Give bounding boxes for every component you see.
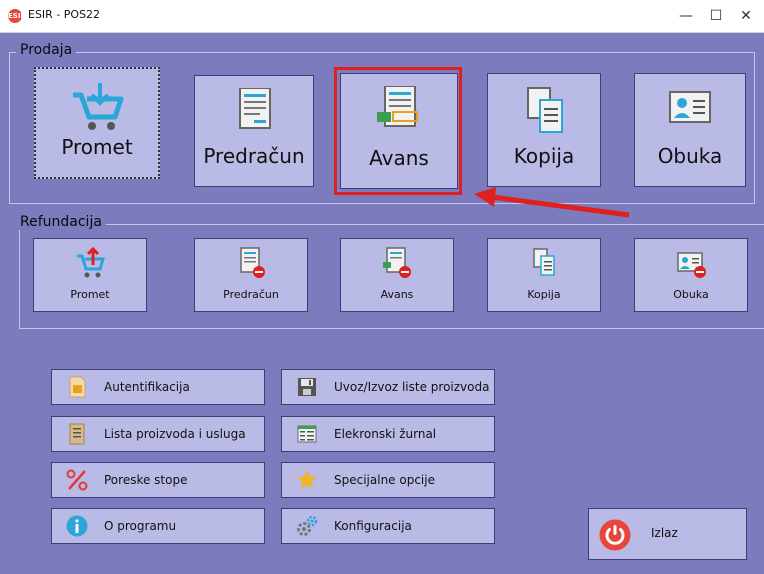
refundacija-promet-label: Promet: [70, 288, 110, 301]
refundacija-predracun-button[interactable]: Predračun: [194, 238, 308, 312]
refundacija-kopija-label: Kopija: [527, 288, 561, 301]
autentifikacija-button[interactable]: Autentifikacija: [51, 369, 265, 405]
refundacija-promet-button[interactable]: Promet: [33, 238, 147, 312]
power-icon: [599, 519, 631, 551]
lista-proizvoda-label: Lista proizvoda i usluga: [104, 427, 246, 441]
prodaja-predracun-label: Predračun: [203, 144, 305, 168]
izlaz-label: Izlaz: [651, 526, 678, 540]
uvoz-izvoz-button[interactable]: Uvoz/Izvoz liste proizvoda: [281, 369, 495, 405]
prodaja-obuka-button[interactable]: Obuka: [634, 73, 746, 187]
gears-icon: [297, 515, 318, 536]
cart-down-icon: [73, 83, 124, 130]
info-icon: [66, 515, 88, 537]
prodaja-predracun-button[interactable]: Predračun: [194, 75, 314, 187]
prodaja-promet-label: Promet: [61, 135, 133, 159]
refundacija-avans-button[interactable]: Avans: [340, 238, 454, 312]
training-card-minus-icon: [677, 252, 706, 278]
refundacija-kopija-button[interactable]: Kopija: [487, 238, 601, 312]
percent-icon: [66, 469, 88, 491]
prodaja-title: Prodaja: [16, 42, 77, 58]
konfiguracija-button[interactable]: Konfiguracija: [281, 508, 495, 544]
copy-icon: [533, 248, 555, 276]
specijalne-opcije-label: Specijalne opcije: [334, 473, 435, 487]
copy-icon: [527, 87, 563, 133]
title-bar: ESIR ESIR - POS22 — ☐ ✕: [0, 0, 764, 33]
o-programu-label: O programu: [104, 519, 177, 533]
elektronski-zurnal-label: Elekronski žurnal: [334, 427, 437, 441]
refundacija-obuka-button[interactable]: Obuka: [634, 238, 748, 312]
advance-icon: [377, 86, 418, 127]
prodaja-avans-button[interactable]: Avans: [340, 73, 458, 189]
cart-up-icon: [77, 247, 106, 278]
prodaja-kopija-button[interactable]: Kopija: [487, 73, 601, 187]
uvoz-izvoz-label: Uvoz/Izvoz liste proizvoda: [334, 380, 490, 394]
training-card-icon: [669, 91, 711, 123]
close-button[interactable]: ✕: [728, 4, 764, 28]
poreske-stope-button[interactable]: Poreske stope: [51, 462, 265, 498]
refundacija-avans-label: Avans: [380, 288, 414, 301]
app-logo-icon: ESIR: [8, 9, 26, 23]
window-title: ESIR - POS22: [28, 8, 101, 21]
elektronski-zurnal-button[interactable]: Elekronski žurnal: [281, 416, 495, 452]
prodaja-kopija-label: Kopija: [513, 144, 575, 168]
specijalne-opcije-button[interactable]: Specijalne opcije: [281, 462, 495, 498]
prodaja-avans-label: Avans: [369, 146, 429, 170]
izlaz-button[interactable]: Izlaz: [588, 508, 747, 560]
prodaja-promet-button[interactable]: Promet: [34, 67, 160, 179]
floppy-icon: [298, 378, 316, 396]
autentifikacija-label: Autentifikacija: [104, 380, 190, 394]
list-icon: [69, 423, 85, 445]
invoice-minus-icon: [240, 247, 265, 278]
advance-minus-icon: [383, 247, 411, 278]
lista-proizvoda-button[interactable]: Lista proizvoda i usluga: [51, 416, 265, 452]
arrow-annotation-icon: [474, 187, 630, 218]
o-programu-button[interactable]: O programu: [51, 508, 265, 544]
prodaja-obuka-label: Obuka: [657, 144, 723, 168]
konfiguracija-label: Konfiguracija: [334, 519, 412, 533]
journal-icon: [297, 425, 317, 443]
refundacija-obuka-label: Obuka: [673, 288, 709, 301]
invoice-icon: [239, 88, 271, 129]
app-window: ESIR ESIR - POS22 — ☐ ✕ Prodaja Promet P…: [0, 0, 764, 574]
refundacija-predracun-label: Predračun: [223, 288, 279, 301]
sim-card-icon: [69, 376, 86, 398]
poreske-stope-label: Poreske stope: [104, 473, 188, 487]
refundacija-title: Refundacija: [16, 214, 106, 230]
star-icon: [297, 470, 317, 489]
